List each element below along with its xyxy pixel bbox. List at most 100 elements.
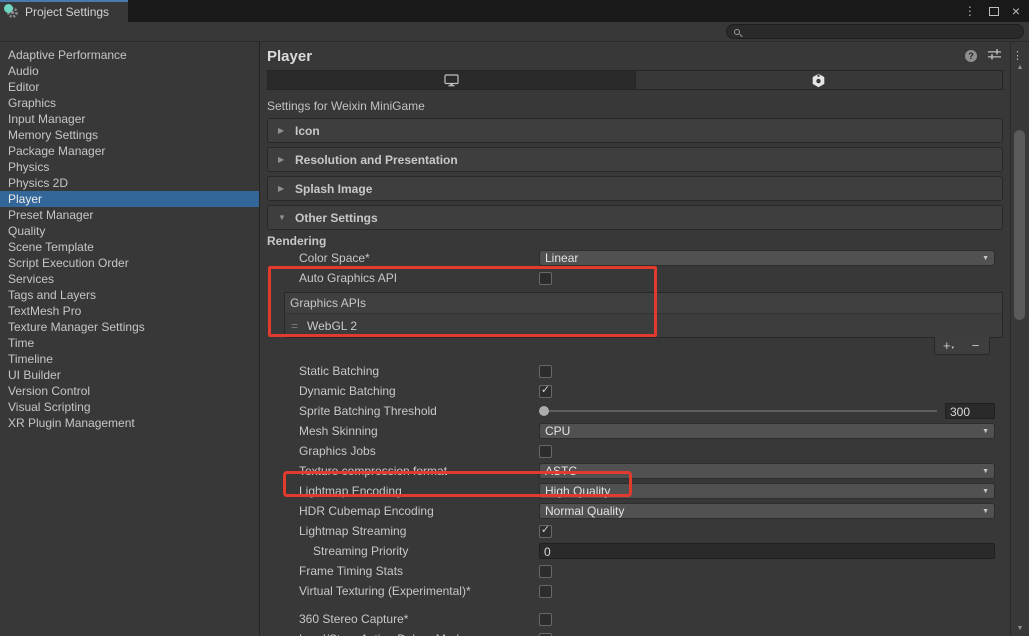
sidebar-item[interactable]: XR Plugin Management bbox=[0, 415, 259, 431]
setting-label: Streaming Priority bbox=[299, 544, 539, 558]
drag-handle-icon[interactable]: = bbox=[291, 319, 297, 333]
section-splash-image[interactable]: ▶ Splash Image bbox=[267, 176, 1003, 201]
sidebar-item-label: Adaptive Performance bbox=[8, 48, 127, 62]
sidebar-item-label: Editor bbox=[8, 80, 39, 94]
virtual-texturing-checkbox[interactable]: ✓ bbox=[539, 585, 552, 598]
foldout-collapsed-icon: ▶ bbox=[278, 126, 287, 135]
sidebar-item[interactable]: Physics bbox=[0, 159, 259, 175]
search-icon bbox=[734, 29, 740, 35]
search-input[interactable] bbox=[745, 25, 1023, 38]
vertical-scrollbar[interactable]: ▲ ▼ bbox=[1010, 42, 1029, 636]
sidebar-item-label: Services bbox=[8, 272, 54, 286]
panel-header-icons: ? ⋮ bbox=[965, 47, 1023, 65]
page-title: Player bbox=[267, 48, 312, 65]
setting-label: Lightmap Encoding bbox=[299, 484, 539, 498]
remove-graphics-api-button[interactable]: − bbox=[962, 337, 989, 354]
frame-timing-stats-checkbox[interactable]: ✓ bbox=[539, 565, 552, 578]
sidebar-item-label: Scene Template bbox=[8, 240, 94, 254]
sprite-batching-threshold-field[interactable]: 300 bbox=[945, 403, 995, 419]
preset-icon[interactable] bbox=[988, 47, 1001, 65]
maximize-icon[interactable] bbox=[989, 7, 999, 16]
sidebar-item[interactable]: Version Control bbox=[0, 383, 259, 399]
sidebar-item[interactable]: Texture Manager Settings bbox=[0, 319, 259, 335]
sidebar-item[interactable]: TextMesh Pro bbox=[0, 303, 259, 319]
settings-category-sidebar: Adaptive Performance Audio Editor Graphi… bbox=[0, 42, 260, 636]
sidebar-item[interactable]: Preset Manager bbox=[0, 207, 259, 223]
sprite-batching-threshold-slider[interactable] bbox=[539, 403, 939, 419]
sidebar-item-label: Time bbox=[8, 336, 34, 350]
scroll-up-icon[interactable]: ▲ bbox=[1017, 64, 1024, 71]
sidebar-item[interactable]: Adaptive Performance bbox=[0, 47, 259, 63]
sidebar-item[interactable]: Tags and Layers bbox=[0, 287, 259, 303]
setting-row-streaming-priority: Streaming Priority 0 bbox=[267, 541, 1003, 561]
sidebar-item[interactable]: Visual Scripting bbox=[0, 399, 259, 415]
tab-desktop-platform[interactable] bbox=[268, 71, 636, 89]
lightmap-encoding-dropdown[interactable]: High Quality ▼ bbox=[539, 483, 995, 499]
checkmark-icon: ✓ bbox=[541, 385, 550, 396]
scroll-down-icon[interactable]: ▼ bbox=[1017, 625, 1024, 632]
setting-label: Texture compression format bbox=[299, 464, 539, 478]
weixin-minigame-icon bbox=[811, 73, 826, 88]
setting-label: Lightmap Streaming bbox=[299, 524, 539, 538]
streaming-priority-field[interactable]: 0 bbox=[539, 543, 995, 559]
scrollbar-thumb[interactable] bbox=[1014, 130, 1025, 320]
graphics-api-name: WebGL 2 bbox=[307, 319, 357, 333]
setting-row-color-space: Color Space* Linear ▼ bbox=[267, 248, 1003, 268]
sidebar-item[interactable]: Input Manager bbox=[0, 111, 259, 127]
setting-row-virtual-texturing: Virtual Texturing (Experimental)* ✓ bbox=[267, 581, 1003, 601]
section-icon[interactable]: ▶ Icon bbox=[267, 118, 1003, 143]
sidebar-item[interactable]: Services bbox=[0, 271, 259, 287]
texture-compression-dropdown[interactable]: ASTC ▼ bbox=[539, 463, 995, 479]
sidebar-item[interactable]: Scene Template bbox=[0, 239, 259, 255]
window-menu-icon[interactable]: ⋮ bbox=[964, 5, 976, 17]
auto-graphics-api-checkbox[interactable]: ✓ bbox=[539, 272, 552, 285]
static-batching-checkbox[interactable]: ✓ bbox=[539, 365, 552, 378]
sidebar-item-label: Script Execution Order bbox=[8, 256, 129, 270]
sidebar-item[interactable]: Time bbox=[0, 335, 259, 351]
slider-thumb[interactable] bbox=[539, 406, 549, 416]
sidebar-item[interactable]: Timeline bbox=[0, 351, 259, 367]
sidebar-item-label: Tags and Layers bbox=[8, 288, 96, 302]
sidebar-item[interactable]: Editor bbox=[0, 79, 259, 95]
sidebar-item-label: Player bbox=[8, 192, 42, 206]
sidebar-item-label: Quality bbox=[8, 224, 45, 238]
mesh-skinning-dropdown[interactable]: CPU ▼ bbox=[539, 423, 995, 439]
sidebar-item[interactable]: UI Builder bbox=[0, 367, 259, 383]
section-other-settings[interactable]: ▼ Other Settings bbox=[267, 205, 1003, 230]
sidebar-item[interactable]: Memory Settings bbox=[0, 127, 259, 143]
chevron-down-icon: ▼ bbox=[982, 468, 989, 475]
sidebar-item-label: Package Manager bbox=[8, 144, 105, 158]
platform-note: Settings for Weixin MiniGame bbox=[267, 98, 1003, 114]
setting-label: Static Batching bbox=[299, 364, 539, 378]
sidebar-item-label: Visual Scripting bbox=[8, 400, 91, 414]
tab-weixin-minigame-platform[interactable] bbox=[636, 71, 1003, 89]
hdr-cubemap-encoding-dropdown[interactable]: Normal Quality ▼ bbox=[539, 503, 995, 519]
graphics-jobs-checkbox[interactable]: ✓ bbox=[539, 445, 552, 458]
sidebar-item[interactable]: Player bbox=[0, 191, 259, 207]
project-settings-tab[interactable]: Project Settings bbox=[0, 0, 128, 22]
search-field[interactable] bbox=[726, 24, 1024, 39]
sidebar-item[interactable]: Package Manager bbox=[0, 143, 259, 159]
color-space-dropdown[interactable]: Linear ▼ bbox=[539, 250, 995, 266]
graphics-api-list-item[interactable]: = WebGL 2 bbox=[285, 313, 1002, 337]
sidebar-item-label: Preset Manager bbox=[8, 208, 93, 222]
load-store-debug-checkbox[interactable]: ✓ bbox=[539, 633, 552, 636]
lightmap-streaming-checkbox[interactable]: ✓ bbox=[539, 525, 552, 538]
graphics-apis-list: Graphics APIs = WebGL 2 bbox=[284, 292, 1003, 338]
foldout-expanded-icon: ▼ bbox=[278, 213, 287, 222]
foldout-collapsed-icon: ▶ bbox=[278, 184, 287, 193]
sidebar-item[interactable]: Audio bbox=[0, 63, 259, 79]
sidebar-item[interactable]: Graphics bbox=[0, 95, 259, 111]
add-graphics-api-button[interactable]: + ▾ bbox=[935, 337, 962, 354]
tab-title: Project Settings bbox=[25, 5, 109, 19]
panel-menu-icon[interactable]: ⋮ bbox=[1012, 51, 1023, 62]
help-icon[interactable]: ? bbox=[965, 50, 977, 62]
close-icon[interactable]: × bbox=[1012, 4, 1020, 18]
sidebar-item[interactable]: Script Execution Order bbox=[0, 255, 259, 271]
sidebar-item[interactable]: Physics 2D bbox=[0, 175, 259, 191]
dynamic-batching-checkbox[interactable]: ✓ bbox=[539, 385, 552, 398]
section-resolution-and-presentation[interactable]: ▶ Resolution and Presentation bbox=[267, 147, 1003, 172]
sidebar-item-label: TextMesh Pro bbox=[8, 304, 81, 318]
sidebar-item[interactable]: Quality bbox=[0, 223, 259, 239]
stereo-capture-checkbox[interactable]: ✓ bbox=[539, 613, 552, 626]
